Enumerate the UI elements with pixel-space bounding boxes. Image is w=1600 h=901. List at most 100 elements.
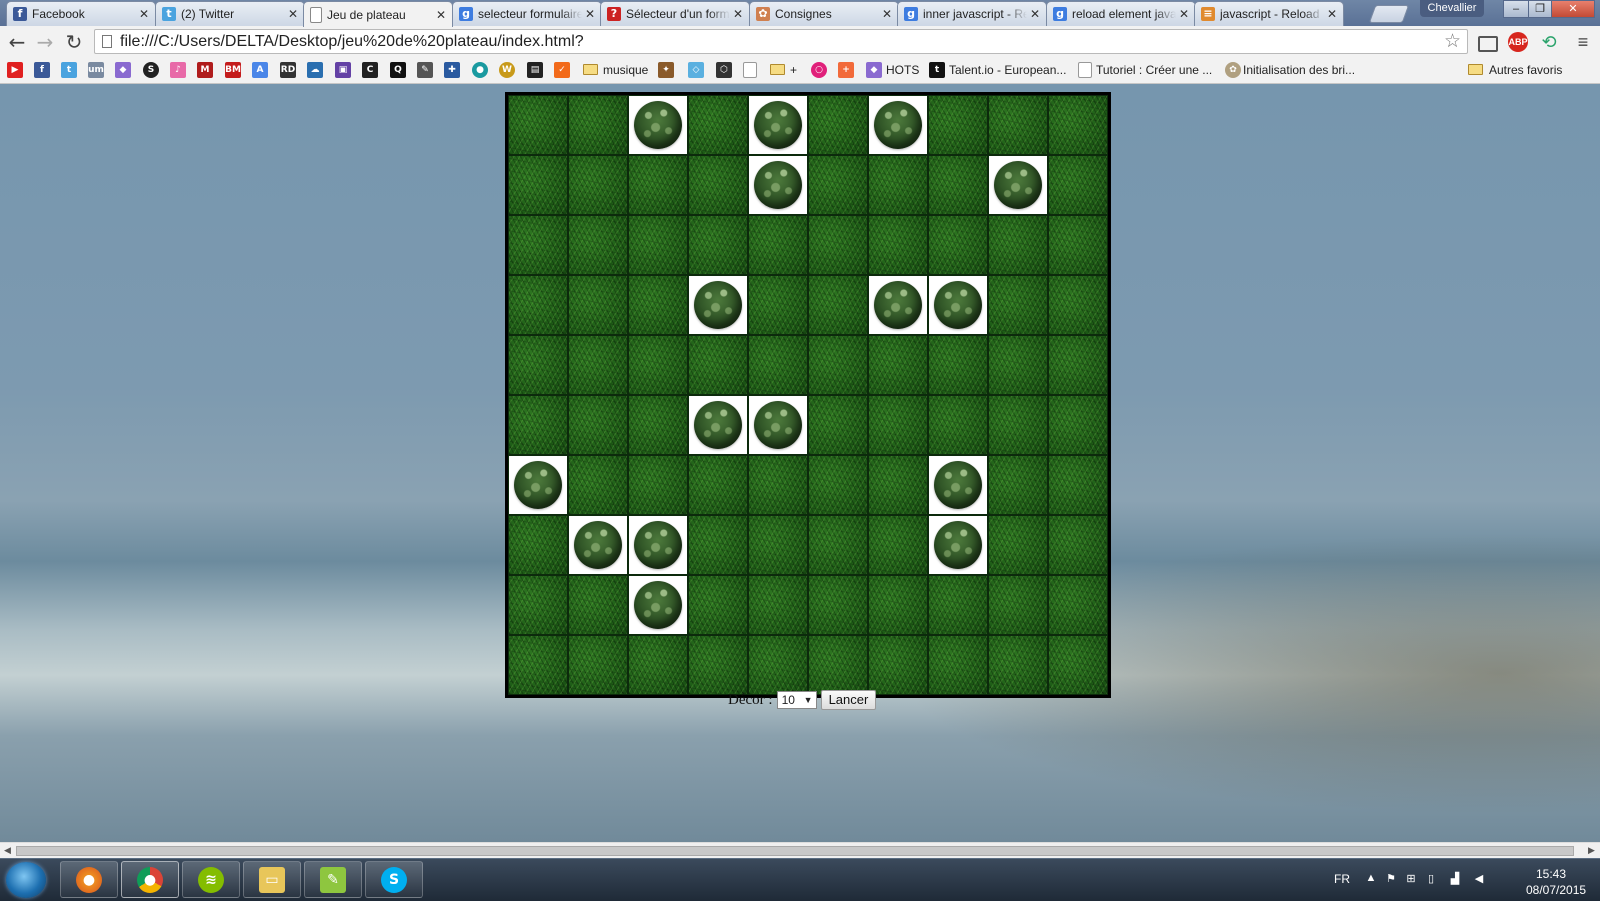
grass-cell[interactable] (628, 155, 688, 215)
tab-7[interactable]: g inner javascript - Recherche✕ (897, 1, 1047, 26)
scroll-right-arrow-icon[interactable]: ▶ (1588, 845, 1595, 856)
forward-button[interactable]: → (33, 30, 57, 54)
grass-cell[interactable] (628, 395, 688, 455)
grass-cell[interactable] (568, 455, 628, 515)
scroll-left-arrow-icon[interactable]: ◀ (4, 845, 11, 856)
grass-cell[interactable] (688, 515, 748, 575)
grass-cell[interactable] (748, 635, 808, 695)
decor-select[interactable]: 10 ▼ (776, 691, 817, 709)
launch-button[interactable]: Lancer (820, 690, 877, 710)
mfi-icon[interactable]: M (197, 62, 213, 78)
grass-cell[interactable] (868, 455, 928, 515)
grass-cell[interactable] (928, 335, 988, 395)
grass-cell[interactable] (628, 215, 688, 275)
close-icon[interactable]: ✕ (733, 7, 743, 21)
grass-cell[interactable] (988, 335, 1048, 395)
grass-cell[interactable] (508, 95, 568, 155)
pink-circle-icon[interactable]: ○ (811, 62, 827, 78)
grass-cell[interactable] (508, 335, 568, 395)
clock-time[interactable]: 15:43 (1536, 867, 1566, 881)
grass-cell[interactable] (688, 335, 748, 395)
twitch-icon[interactable]: ▣ (335, 62, 351, 78)
grass-cell[interactable] (688, 95, 748, 155)
grass-cell[interactable] (808, 335, 868, 395)
diamond-icon[interactable]: ◆ (115, 62, 131, 78)
grass-cell[interactable] (808, 275, 868, 335)
grass-cell[interactable] (988, 95, 1048, 155)
grass-cell[interactable] (988, 395, 1048, 455)
grass-cell[interactable] (628, 275, 688, 335)
close-icon[interactable]: ✕ (1030, 7, 1040, 21)
facebook-icon[interactable]: f (34, 62, 50, 78)
close-icon[interactable]: ✕ (1179, 7, 1189, 21)
grass-cell[interactable] (508, 635, 568, 695)
gear-icon[interactable]: ✿ (1225, 62, 1241, 78)
music-note-icon[interactable]: ♪ (170, 62, 186, 78)
network-icon[interactable]: ▟ (1448, 872, 1462, 886)
youtube-icon[interactable]: ▶ (7, 62, 23, 78)
start-button[interactable] (6, 862, 46, 898)
bookmark-musique[interactable]: musique (603, 63, 648, 77)
show-hidden-icons[interactable]: ▲ (1364, 872, 1378, 886)
image-icon[interactable]: ▤ (527, 62, 543, 78)
w-icon[interactable]: W (499, 62, 515, 78)
new-tab-button[interactable] (1368, 5, 1410, 23)
grass-cell[interactable] (808, 215, 868, 275)
tree-cell[interactable] (748, 95, 808, 155)
grass-cell[interactable] (808, 95, 868, 155)
grass-cell[interactable] (988, 215, 1048, 275)
grass-cell[interactable] (748, 515, 808, 575)
grass-cell[interactable] (808, 635, 868, 695)
grass-cell[interactable] (988, 275, 1048, 335)
tree-cell[interactable] (928, 455, 988, 515)
grass-cell[interactable] (988, 455, 1048, 515)
other-bookmarks-folder-icon[interactable] (1468, 64, 1483, 75)
grass-cell[interactable] (568, 635, 628, 695)
close-icon[interactable]: ✕ (1327, 7, 1337, 21)
sync-icon[interactable]: ⟲ (1538, 31, 1560, 53)
cast-icon[interactable] (1478, 36, 1498, 52)
grass-cell[interactable] (508, 155, 568, 215)
grass-cell[interactable] (748, 335, 808, 395)
url-text[interactable]: file:///C:/Users/DELTA/Desktop/jeu%20de%… (120, 33, 584, 51)
tab-1[interactable]: f Facebook ✕ (6, 1, 156, 26)
tree-cell[interactable] (628, 575, 688, 635)
twitter-icon[interactable]: t (61, 62, 77, 78)
tree-cell[interactable] (868, 95, 928, 155)
device-icon[interactable]: ▯ (1424, 872, 1438, 886)
grass-cell[interactable] (568, 575, 628, 635)
hots-icon[interactable]: ◆ (866, 62, 882, 78)
tab-6[interactable]: ✿ Consignes ✕ (749, 1, 899, 26)
tab-2[interactable]: t (2) Twitter ✕ (155, 1, 305, 26)
grass-cell[interactable] (628, 635, 688, 695)
grass-cell[interactable] (928, 215, 988, 275)
grass-cell[interactable] (1048, 515, 1108, 575)
grass-cell[interactable] (688, 455, 748, 515)
bookmark-hots[interactable]: HOTS (886, 63, 919, 77)
maximize-button[interactable]: ❐ (1528, 0, 1552, 18)
tree-cell[interactable] (508, 455, 568, 515)
grass-cell[interactable] (508, 395, 568, 455)
grass-cell[interactable] (988, 575, 1048, 635)
teal-circle-icon[interactable]: ● (472, 62, 488, 78)
grass-cell[interactable] (928, 575, 988, 635)
tree-cell[interactable] (628, 515, 688, 575)
grass-cell[interactable] (928, 395, 988, 455)
blank-page-icon[interactable] (743, 62, 757, 78)
close-icon[interactable]: ✕ (882, 7, 892, 21)
taskbar-firefox[interactable]: ● (60, 861, 118, 898)
grass-cell[interactable] (808, 395, 868, 455)
bookmark-talent[interactable]: Talent.io - European... (949, 63, 1066, 77)
grass-cell[interactable] (1048, 275, 1108, 335)
grass-cell[interactable] (508, 275, 568, 335)
grass-cell[interactable] (1048, 455, 1108, 515)
grass-cell[interactable] (808, 515, 868, 575)
s-icon[interactable]: S (143, 62, 159, 78)
language-indicator[interactable]: FR (1334, 872, 1350, 886)
taskbar-notepad[interactable]: ✎ (304, 861, 362, 898)
grass-cell[interactable] (688, 155, 748, 215)
close-icon[interactable]: ✕ (436, 8, 446, 22)
grass-cell[interactable] (568, 215, 628, 275)
grass-cell[interactable] (1048, 155, 1108, 215)
grass-cell[interactable] (868, 635, 928, 695)
